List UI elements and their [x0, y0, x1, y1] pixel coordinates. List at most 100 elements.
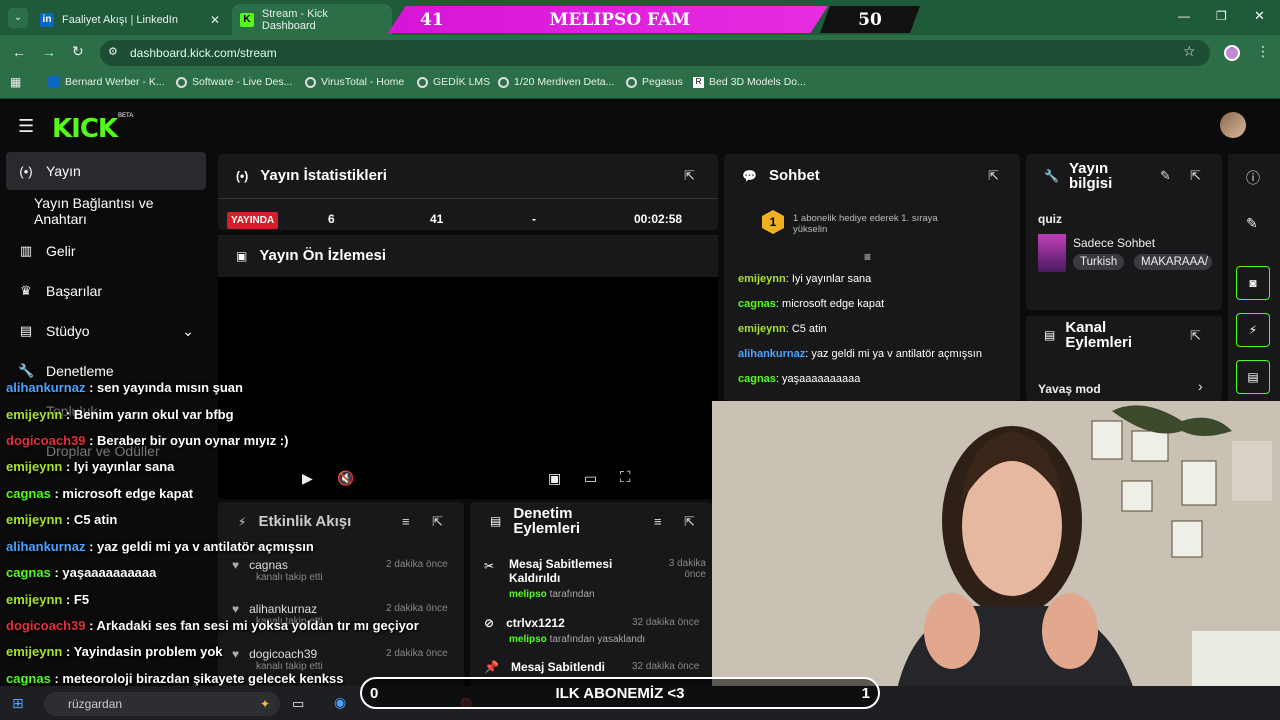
goal-label: ILK ABONEMİZ <3: [555, 684, 685, 702]
window-close-icon[interactable]: ✕: [1254, 8, 1265, 24]
stream-banner: 41 MELIPSO FAM: [388, 6, 828, 33]
screenshot-icon[interactable]: ◙: [1236, 266, 1270, 300]
bookmark-item[interactable]: Pegasus: [626, 76, 683, 88]
preview-icon: ▣: [236, 248, 248, 263]
sidebar-item-studyo[interactable]: ▤ Stüdyo ⌄: [6, 312, 206, 350]
subscriber-goal-bar: 0 ILK ABONEMİZ <3 1: [360, 677, 880, 709]
bookmark-item[interactable]: VirusTotal - Home: [305, 76, 404, 88]
webcam-overlay: [712, 401, 1280, 720]
activity-event: ♥ cagnas kanalı takip etti: [232, 558, 323, 583]
bookmark-item[interactable]: GEDİK LMS: [417, 76, 490, 88]
menu-dots-icon[interactable]: ⋮: [1256, 43, 1270, 60]
stat-subs: -: [532, 212, 536, 226]
mod-event: ⊘ ctrlvx1212: [484, 616, 565, 630]
sidebar-item-basarilar[interactable]: ♛ Başarılar: [6, 272, 206, 310]
play-icon[interactable]: ▶: [302, 470, 313, 487]
popout-icon[interactable]: ⇱: [432, 514, 443, 530]
popout-icon[interactable]: ⇱: [684, 514, 695, 530]
minimize-icon[interactable]: —: [1178, 9, 1190, 23]
edit-icon[interactable]: ✎: [1160, 168, 1171, 184]
moderation-header: ▤ Denetim Eylemleri: [490, 505, 581, 537]
webcam-image: [712, 401, 1280, 720]
list-icon: ▤: [490, 514, 502, 528]
mod-event-by: melipso tarafından: [509, 589, 595, 600]
popout-icon[interactable]: ⇱: [988, 168, 999, 184]
sidebar-item-gelir[interactable]: ▥ Gelir: [6, 232, 206, 270]
event-time: 2 dakika önce: [386, 648, 448, 659]
event-time: 2 dakika önce: [386, 559, 448, 570]
url-input[interactable]: dashboard.kick.com/stream: [100, 40, 1210, 66]
filter-icon[interactable]: ≡: [654, 514, 662, 529]
preview-header: ▣ Yayın Ön İzlemesi: [236, 247, 387, 264]
filter-icon[interactable]: ≡: [402, 514, 410, 529]
category-name[interactable]: Sadece Sohbet: [1073, 236, 1155, 250]
hamburger-menu-icon[interactable]: ☰: [18, 116, 34, 137]
windows-start-icon[interactable]: ⊞: [12, 695, 24, 712]
task-view-icon[interactable]: ▭: [292, 696, 304, 712]
stats-header: (•) Yayın İstatistikleri: [236, 167, 387, 184]
overlay-chat-line: emijeynn : Benim yarın okul var bfbg: [6, 407, 234, 422]
live-badge: YAYINDA: [227, 212, 279, 229]
site-info-icon[interactable]: ⚙: [108, 45, 118, 58]
tag-pill[interactable]: Turkish: [1073, 254, 1125, 270]
edit-icon[interactable]: ✎: [1246, 215, 1258, 232]
chevron-down-icon: ⌄: [182, 322, 194, 339]
tag-pill[interactable]: MAKARAAA/: [1134, 254, 1212, 270]
overlay-chat-line: emijeynn : Iyi yayınlar sana: [6, 459, 175, 474]
mod-event-by: melipso tarafından yasaklandı: [509, 634, 646, 645]
user-avatar[interactable]: [1220, 112, 1246, 138]
chat-message: alihankurnaz: yaz geldi mi ya v antilatö…: [738, 348, 982, 360]
overlay-chat-line: dogicoach39 : Arkadaki ses fan sesi mi y…: [6, 618, 419, 633]
fullscreen-icon[interactable]: ⛶: [620, 469, 631, 486]
kick-logo[interactable]: KICK: [52, 114, 118, 144]
tab-linkedin[interactable]: in Faaliyet Akışı | LinkedIn ✕: [32, 4, 228, 35]
overlay-chat-line: dogicoach39 : Beraber bir oyun oynar mıy…: [6, 433, 289, 448]
lightning-icon[interactable]: ⚡: [1236, 313, 1270, 347]
bookmark-item[interactable]: 1/20 Merdiven Deta...: [498, 76, 614, 88]
banner-right-count: 50: [820, 6, 920, 33]
unpin-icon: ✂: [484, 559, 495, 573]
chat-message: cagnas: yaşaaaaaaaaaa: [738, 373, 861, 385]
sidebar-item-stream-key[interactable]: Yayın Bağlantısı ve Anahtarı: [6, 192, 206, 230]
broadcast-icon: (•): [19, 163, 33, 179]
info-icon[interactable]: ⓘ: [1246, 168, 1260, 188]
taskbar-search-input[interactable]: rüzgardan ✦: [44, 692, 280, 716]
pip-icon[interactable]: ▣: [548, 470, 561, 487]
edge-icon[interactable]: ◉: [334, 694, 346, 711]
sparkle-icon: ✦: [259, 697, 270, 711]
chat-bubble-icon: 💬: [742, 168, 757, 183]
chat-header: 💬 Sohbet: [742, 167, 820, 184]
slow-mode-label[interactable]: Yavaş mod: [1038, 382, 1101, 396]
theater-icon[interactable]: ▭: [584, 470, 597, 487]
forward-icon[interactable]: →: [42, 44, 56, 60]
heart-icon: ♥: [232, 558, 240, 572]
popout-icon[interactable]: ⇱: [684, 168, 695, 184]
popout-icon[interactable]: ⇱: [1190, 168, 1201, 184]
notes-icon[interactable]: ▤: [1236, 360, 1270, 394]
wrench-icon: 🔧: [1044, 169, 1059, 183]
chat-message: emijeynn: Iyi yayınlar sana: [738, 273, 872, 285]
bookmark-star-icon[interactable]: ☆: [1183, 43, 1196, 60]
mute-icon[interactable]: 🔇: [337, 470, 354, 487]
stream-title: quiz: [1038, 212, 1062, 226]
bookmark-item[interactable]: Bernard Werber - K...: [48, 76, 165, 88]
close-icon[interactable]: ✕: [210, 13, 220, 27]
maximize-icon[interactable]: ❐: [1216, 9, 1227, 23]
bookmark-item[interactable]: R Bed 3D Models Do...: [693, 76, 806, 88]
apps-grid-icon[interactable]: ▦: [10, 75, 21, 89]
tab-list-icon[interactable]: ⌄: [8, 8, 28, 28]
popout-icon[interactable]: ⇱: [1190, 328, 1201, 344]
channel-actions-header: ▤ Kanal Eylemleri: [1044, 319, 1133, 351]
mod-event: 📌 Mesaj Sabitlendi: [484, 660, 605, 674]
bookmark-item[interactable]: Software - Live Des...: [176, 76, 292, 88]
sidebar-item-yayin[interactable]: (•) Yayın: [6, 152, 206, 190]
reload-icon[interactable]: ↻: [72, 43, 84, 60]
profile-avatar[interactable]: [1224, 45, 1240, 61]
chevron-right-icon[interactable]: ›: [1198, 378, 1203, 394]
overlay-chat-line: emijeynn : C5 atin: [6, 512, 118, 527]
back-icon[interactable]: ←: [12, 44, 26, 60]
tab-kick-dashboard[interactable]: K Stream - Kick Dashboard: [232, 4, 392, 35]
heart-icon: ♥: [232, 647, 240, 661]
scroll-down-icon[interactable]: ≡: [864, 250, 871, 264]
activity-event: ♥ dogicoach39 kanalı takip etti: [232, 647, 323, 672]
